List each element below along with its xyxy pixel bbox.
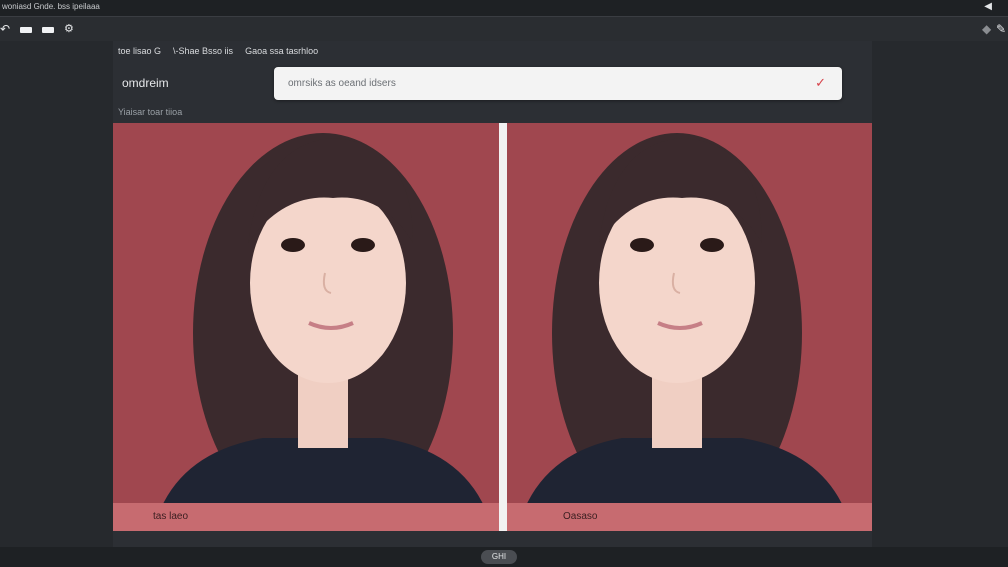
diamond-icon[interactable]: ◆ [982,21,991,37]
bottom-bar: GHI [0,547,1008,567]
back-icon[interactable]: ◀ [984,0,992,14]
back-arrow-icon[interactable]: ↶ [0,21,10,37]
minus-icon[interactable] [42,27,54,33]
toolbar: ↶ ⚙ ◆ ✎ [0,17,1008,41]
panel-caption: Oasaso [507,503,872,531]
section-label: Yiaisar toar tiioa [118,107,183,117]
breadcrumb: toe lisao G \-Shae Bsso iis Gaoa ssa tas… [118,46,318,56]
image-panel-left[interactable]: tas laeo [113,123,499,531]
page-title: omdreim [122,76,169,90]
comparison-divider[interactable] [499,123,507,531]
main-content: toe lisao G \-Shae Bsso iis Gaoa ssa tas… [113,41,872,547]
portrait-image [507,123,872,531]
image-panel-right[interactable]: Oasaso [507,123,872,531]
clear-icon[interactable]: ✓ [815,75,826,91]
search-input[interactable]: omrsiks as oeand idsers ✓ [274,67,842,100]
portrait-image [113,123,499,531]
window-title: woniasd Gnde. bss ipeilaaa [2,2,100,11]
breadcrumb-item[interactable]: Gaoa ssa tasrhloo [245,46,318,56]
right-sidebar [872,41,1008,547]
settings-icon[interactable]: ⚙ [64,21,74,37]
search-value: omrsiks as oeand idsers [288,78,396,89]
title-bar: woniasd Gnde. bss ipeilaaa ◀ [0,0,1008,17]
panel-caption: tas laeo [113,503,499,531]
left-sidebar [0,41,113,547]
minus-icon[interactable] [20,27,32,33]
breadcrumb-item[interactable]: toe lisao G [118,46,161,56]
bottom-button[interactable]: GHI [481,550,517,564]
breadcrumb-item[interactable]: \-Shae Bsso iis [173,46,233,56]
pen-icon[interactable]: ✎ [996,21,1006,37]
